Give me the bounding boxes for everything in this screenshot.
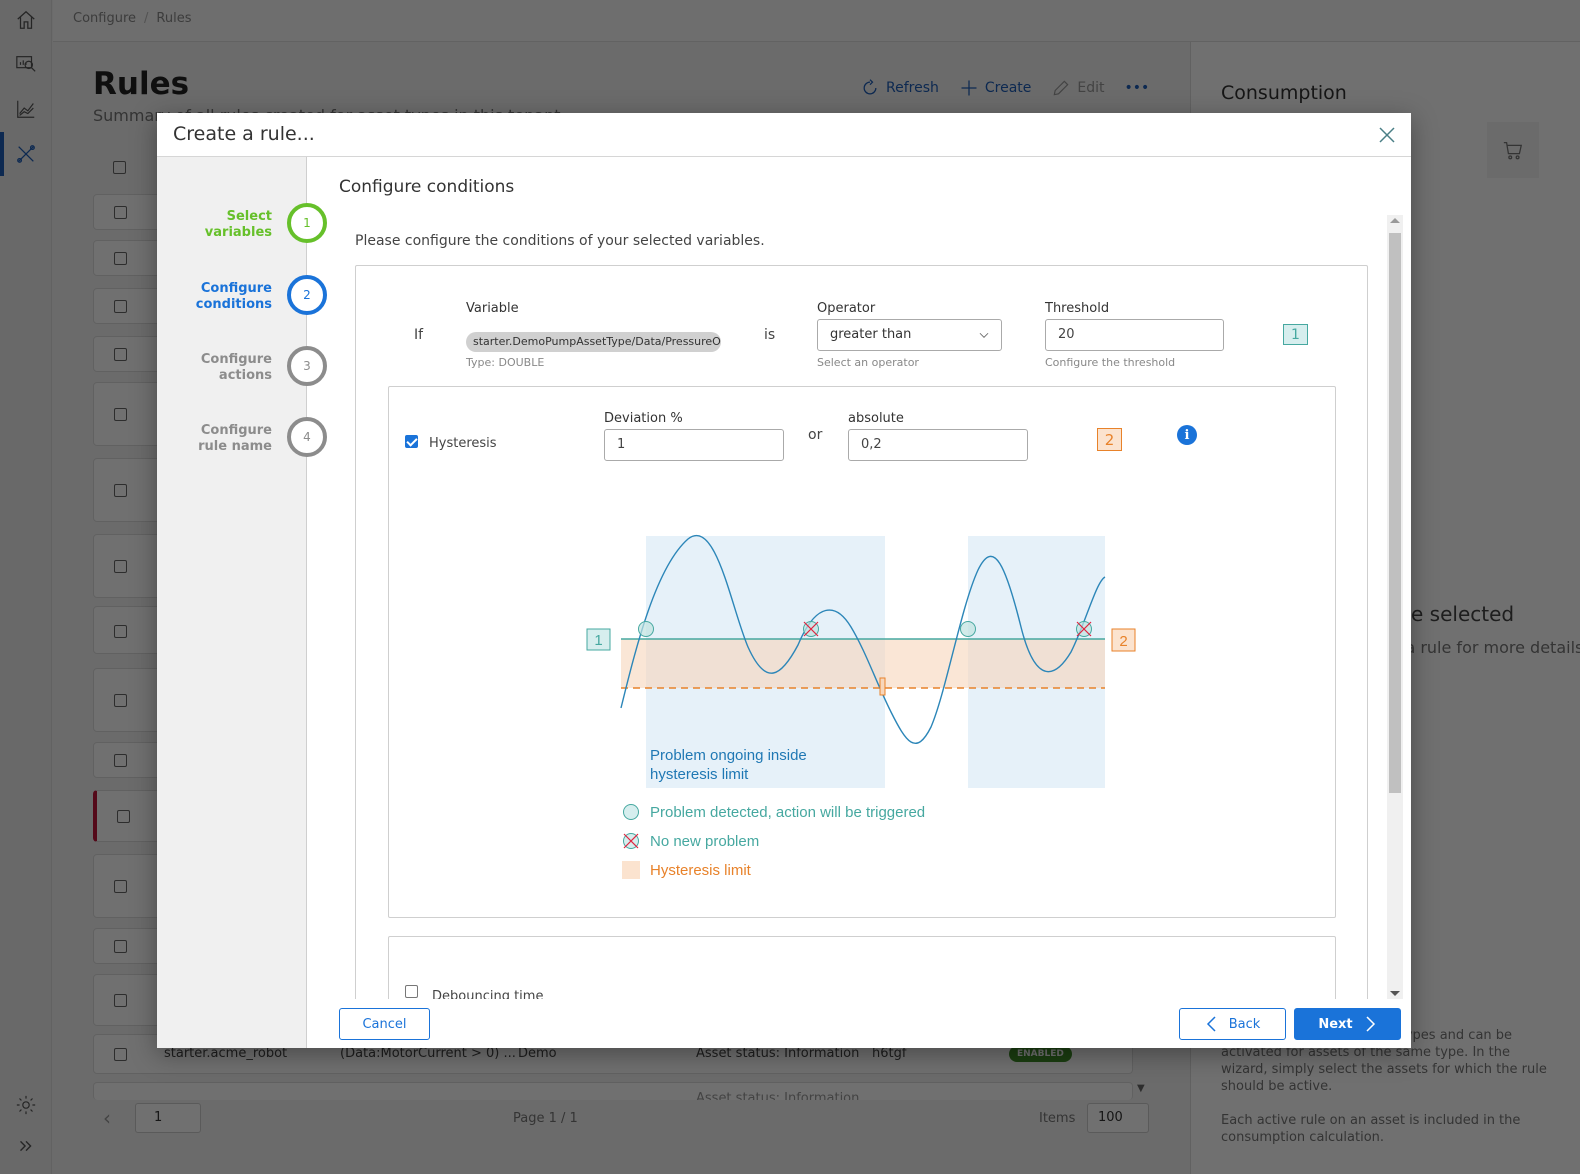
wizard-stepper: Select variables 1 Configure conditions 2 …	[157, 157, 327, 1048]
step-configure-conditions[interactable]: Configure conditions 2	[157, 275, 332, 319]
legend-label: No new problem	[650, 832, 760, 850]
operator-select[interactable]: greater than	[817, 319, 1002, 351]
problem-detected-point	[960, 621, 976, 637]
content-scrollbar[interactable]	[1387, 215, 1403, 999]
legend-item: Problem detected, action will be trigger…	[622, 803, 925, 821]
step-configure-rule-name[interactable]: Configure rule name 4	[157, 417, 332, 461]
legend-label: Hysteresis limit	[650, 861, 751, 879]
dialog-title: Create a rule...	[173, 123, 315, 145]
conditions-scroll-area: Please configure the conditions of your …	[339, 215, 1389, 999]
step-select-variables[interactable]: Select variables 1	[157, 203, 332, 247]
hysteresis-band	[621, 639, 1105, 688]
next-label: Next	[1318, 1016, 1353, 1032]
absolute-label: absolute	[848, 411, 904, 426]
variable-label: Variable	[466, 301, 519, 316]
intro-text: Please configure the conditions of your …	[355, 233, 765, 249]
threshold-input[interactable]: 20	[1045, 319, 1224, 351]
create-rule-dialog: Create a rule... Select variables 1 Confi…	[157, 113, 1411, 1048]
problem-detected-point	[638, 621, 654, 637]
hysteresis-card: Hysteresis Deviation % 1 or absolute 0,2…	[388, 386, 1336, 918]
hysteresis-exit-marker	[879, 677, 886, 696]
diagram-marker-1: 1	[594, 632, 602, 649]
scroll-down-arrow[interactable]	[1390, 991, 1400, 996]
step-number-circle: 2	[287, 275, 327, 315]
or-label: or	[808, 427, 823, 443]
region-caption-line2: hysteresis limit	[650, 766, 749, 783]
dialog-header: Create a rule...	[157, 113, 1411, 157]
deviation-input[interactable]: 1	[604, 429, 784, 461]
absolute-input[interactable]: 0,2	[848, 429, 1028, 461]
threshold-label: Threshold	[1045, 301, 1110, 316]
debouncing-label: Debouncing time	[432, 989, 544, 999]
cancel-label: Cancel	[362, 1016, 407, 1032]
diagram-marker-2: 2	[1119, 633, 1127, 650]
hysteresis-label: Hysteresis	[429, 436, 497, 451]
debouncing-checkbox[interactable]	[405, 985, 418, 998]
close-button[interactable]	[1375, 123, 1399, 147]
scroll-up-arrow[interactable]	[1390, 218, 1400, 223]
chevron-right-icon	[1366, 1016, 1375, 1032]
threshold-marker: 1	[1283, 324, 1308, 345]
hysteresis-marker: 2	[1097, 428, 1122, 451]
scrollbar-thumb[interactable]	[1389, 233, 1401, 793]
chevron-left-icon	[1206, 1016, 1216, 1032]
back-button[interactable]: Back	[1179, 1008, 1286, 1040]
operator-value: greater than	[830, 327, 912, 342]
step-label: Configure conditions	[195, 281, 272, 312]
next-button[interactable]: Next	[1294, 1008, 1401, 1040]
condition-card: If Variable starter.DemoPumpAssetType/Da…	[355, 265, 1368, 999]
legend-label: Problem detected, action will be trigger…	[650, 803, 926, 821]
operator-hint: Select an operator	[817, 356, 919, 369]
chevron-down-icon	[979, 332, 989, 338]
no-new-problem-cross-icon	[623, 833, 639, 849]
info-icon[interactable]: i	[1177, 425, 1197, 445]
region-caption-line1: Problem ongoing inside	[650, 747, 807, 764]
legend-item: No new problem	[622, 832, 759, 850]
section-title: Configure conditions	[339, 177, 515, 197]
step-label: Select variables	[204, 209, 272, 240]
problem-detected-circle-icon	[623, 804, 639, 820]
step-number-circle: 3	[287, 346, 327, 386]
variable-chip: starter.DemoPumpAssetType/Data/PressureO…	[466, 332, 721, 352]
step-number-circle: 4	[287, 417, 327, 457]
legend-item: Hysteresis limit	[622, 861, 751, 879]
cancel-button[interactable]: Cancel	[339, 1008, 430, 1040]
if-label: If	[414, 327, 424, 343]
is-label: is	[764, 327, 776, 343]
back-label: Back	[1228, 1016, 1261, 1032]
step-configure-actions[interactable]: Configure actions 3	[157, 346, 332, 390]
step-label: Configure rule name	[198, 423, 272, 454]
step-number-circle: 1	[287, 203, 327, 243]
deviation-label: Deviation %	[604, 411, 683, 426]
step-label: Configure actions	[200, 352, 272, 383]
hysteresis-limit-swatch-icon	[622, 861, 640, 879]
variable-type: Type: DOUBLE	[466, 356, 545, 369]
operator-label: Operator	[817, 301, 876, 316]
hysteresis-checkbox[interactable]	[405, 435, 418, 448]
threshold-hint: Configure the threshold	[1045, 356, 1176, 369]
hysteresis-illustration: 1 2 Problem ongoing inside hysteresis li…	[586, 535, 1136, 788]
debouncing-card: Debouncing time	[388, 936, 1336, 999]
close-icon	[1379, 127, 1395, 143]
